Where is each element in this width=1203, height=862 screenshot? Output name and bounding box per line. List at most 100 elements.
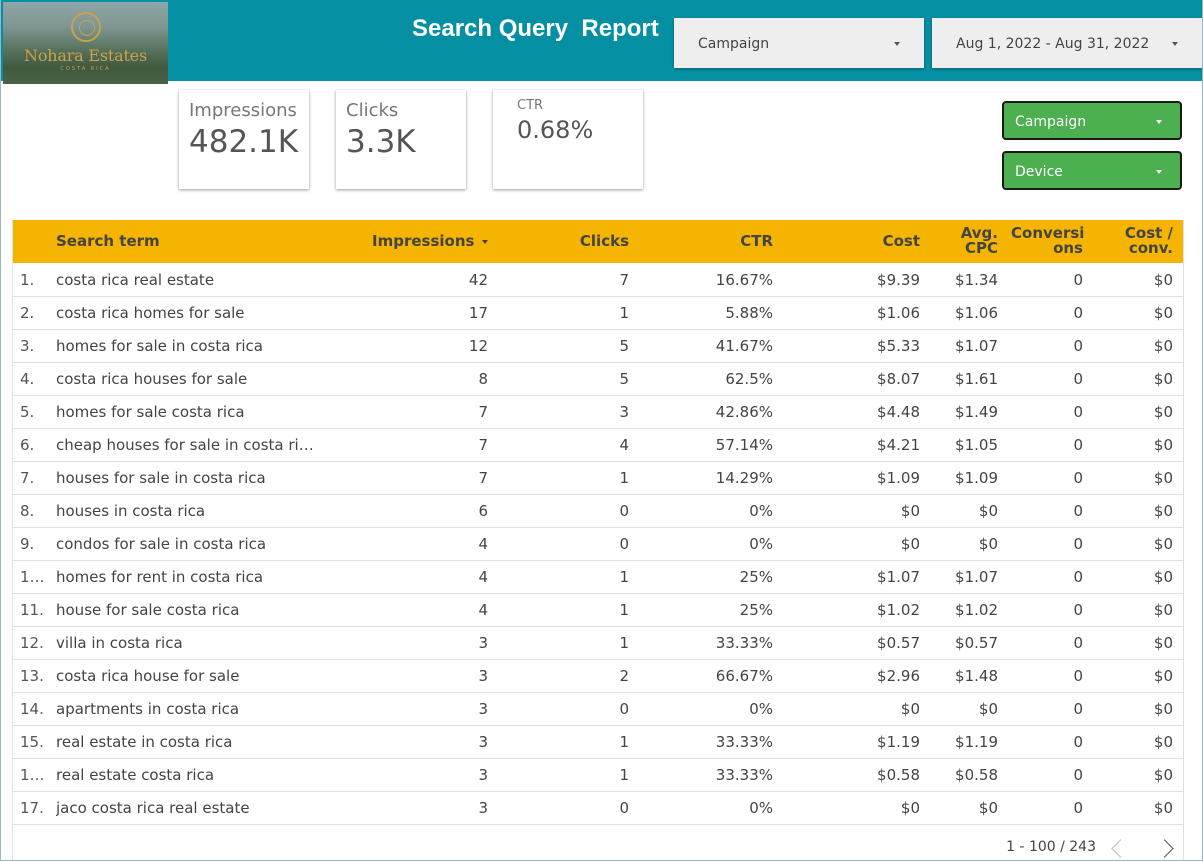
cost-cell: $1.19 (877, 733, 920, 751)
cost-per-conversion-cell: $0 (1153, 601, 1173, 619)
search-term-cell: real estate in costa rica (56, 733, 233, 751)
column-header-conversions[interactable]: Conversi ons (1011, 226, 1084, 256)
kpi-impressions-label: Impressions (189, 100, 297, 121)
table-row[interactable]: 13. costa rica house for sale 3 2 66.67% $2.9… (13, 659, 1183, 693)
impressions-cell: 3 (478, 766, 488, 784)
table-row[interactable]: 6. cheap houses for sale in costa ric… 7 4 5… (13, 428, 1183, 462)
clicks-cell: 7 (619, 271, 629, 289)
avg-cpc-cell: $0 (978, 700, 998, 718)
cost-per-conversion-cell: $0 (1153, 700, 1173, 718)
chevron-left-icon[interactable] (1111, 839, 1130, 858)
table-row[interactable]: 17. jaco costa rica real estate 3 0 0% $0 $0 0 $… (13, 791, 1183, 825)
column-header-impressions[interactable]: Impressions (372, 234, 488, 249)
impressions-cell: 12 (468, 337, 488, 355)
column-header-avg-cpc[interactable]: Avg. CPC (948, 226, 998, 256)
cost-per-conversion-cell: $0 (1153, 436, 1173, 454)
table-row[interactable]: 2. costa rica homes for sale 17 1 5.88% $1.06… (13, 296, 1183, 330)
clicks-cell: 2 (619, 667, 629, 685)
search-term-cell: apartments in costa rica (56, 700, 240, 718)
column-header-clicks[interactable]: Clicks (580, 234, 629, 249)
conversions-cell: 0 (1073, 304, 1083, 322)
row-number: 17. (20, 799, 44, 817)
cost-cell: $5.33 (877, 337, 920, 355)
cost-cell: $0 (900, 700, 920, 718)
chevron-down-icon (1172, 42, 1178, 46)
clicks-cell: 4 (619, 436, 629, 454)
table-row[interactable]: 3. homes for sale in costa rica 12 5 41.67% $… (13, 329, 1183, 363)
column-header-ctr[interactable]: CTR (740, 234, 773, 249)
pagination-range: 1 - 100 / 243 (1006, 839, 1096, 855)
cost-cell: $1.09 (877, 469, 920, 487)
table-row[interactable]: 12. villa in costa rica 3 1 33.33% $0.57 $0.57… (13, 626, 1183, 660)
cost-cell: $9.39 (877, 271, 920, 289)
conversions-cell: 0 (1073, 403, 1083, 421)
conversions-cell: 0 (1073, 568, 1083, 586)
table-row[interactable]: 1… homes for rent in costa rica 4 1 25% $1.07… (13, 560, 1183, 594)
conversions-cell: 0 (1073, 370, 1083, 388)
avg-cpc-cell: $0.58 (955, 766, 998, 784)
table-row[interactable]: 9. condos for sale in costa rica 4 0 0% $0 $0 0… (13, 527, 1183, 561)
ctr-cell: 16.67% (715, 271, 773, 289)
clicks-cell: 1 (619, 634, 629, 652)
kpi-ctr-label: CTR (517, 98, 544, 113)
cost-per-conversion-cell: $0 (1153, 667, 1173, 685)
clicks-cell: 5 (619, 337, 629, 355)
column-header-cost[interactable]: Cost (883, 234, 920, 249)
cost-per-conversion-cell: $0 (1153, 634, 1173, 652)
clicks-cell: 1 (619, 733, 629, 751)
campaign-filter-dropdown[interactable]: Campaign (674, 18, 924, 68)
clicks-cell: 0 (619, 700, 629, 718)
column-header-cost-per-conversion[interactable]: Cost / conv. (1113, 226, 1173, 256)
table-row[interactable]: 11. house for sale costa rica 4 1 25% $1.02 $1… (13, 593, 1183, 627)
conversions-cell: 0 (1073, 271, 1083, 289)
row-number: 4. (20, 370, 35, 388)
table-row[interactable]: 5. homes for sale costa rica 7 3 42.86% $4.48… (13, 395, 1183, 429)
ctr-cell: 25% (739, 568, 773, 586)
impressions-cell: 3 (478, 799, 488, 817)
cost-cell: $1.07 (877, 568, 920, 586)
table-row[interactable]: 8. houses in costa rica 6 0 0% $0 $0 0 $0 (13, 494, 1183, 528)
conversions-cell: 0 (1073, 667, 1083, 685)
conversions-cell: 0 (1073, 535, 1083, 553)
row-number: 12. (20, 634, 44, 652)
impressions-cell: 3 (478, 667, 488, 685)
table-row[interactable]: 15. real estate in costa rica 3 1 33.33% $1.1… (13, 725, 1183, 759)
device-control-label: Device (1015, 164, 1063, 180)
table-row[interactable]: 7. houses for sale in costa rica 7 1 14.29% $… (13, 461, 1183, 495)
impressions-cell: 4 (478, 601, 488, 619)
search-term-cell: cheap houses for sale in costa ric… (56, 436, 314, 454)
conversions-cell: 0 (1073, 634, 1083, 652)
campaign-control-button[interactable]: Campaign (1002, 101, 1182, 140)
cost-per-conversion-cell: $0 (1153, 799, 1173, 817)
ctr-cell: 0% (749, 700, 773, 718)
conversions-cell: 0 (1073, 700, 1083, 718)
table-row[interactable]: 1. costa rica real estate 42 7 16.67% $9.39 $1… (13, 263, 1183, 297)
avg-cpc-cell: $1.02 (955, 601, 998, 619)
cost-cell: $4.21 (877, 436, 920, 454)
chevron-down-icon (894, 42, 900, 46)
search-term-cell: costa rica house for sale (56, 667, 240, 685)
row-number: 11. (20, 601, 44, 619)
date-range-picker[interactable]: Aug 1, 2022 - Aug 31, 2022 (932, 18, 1202, 68)
kpi-clicks-label: Clicks (346, 100, 399, 121)
conversions-cell: 0 (1073, 469, 1083, 487)
column-header-search-term[interactable]: Search term (56, 234, 160, 249)
table-row[interactable]: 4. costa rica houses for sale 8 5 62.5% $8.07… (13, 362, 1183, 396)
table-row[interactable]: 1… real estate costa rica 3 1 33.33% $0.58 $0.… (13, 758, 1183, 792)
search-term-cell: villa in costa rica (56, 634, 183, 652)
search-term-cell: houses for sale in costa rica (56, 469, 266, 487)
row-number: 1… (20, 568, 45, 586)
report-frame: Nohara Estates COSTA RICA Search Query R… (0, 0, 1203, 861)
cost-per-conversion-cell: $0 (1153, 271, 1173, 289)
search-term-cell: house for sale costa rica (56, 601, 240, 619)
row-number: 15. (20, 733, 44, 751)
avg-cpc-cell: $0 (978, 799, 998, 817)
search-term-cell: real estate costa rica (56, 766, 215, 784)
clicks-cell: 0 (619, 799, 629, 817)
chevron-right-icon[interactable] (1155, 839, 1174, 858)
avg-cpc-cell: $1.19 (955, 733, 998, 751)
table-row[interactable]: 14. apartments in costa rica 3 0 0% $0 $0 0 $0 (13, 692, 1183, 726)
kpi-clicks-value: 3.3K (346, 124, 416, 160)
device-control-button[interactable]: Device (1002, 151, 1182, 190)
clicks-cell: 1 (619, 766, 629, 784)
